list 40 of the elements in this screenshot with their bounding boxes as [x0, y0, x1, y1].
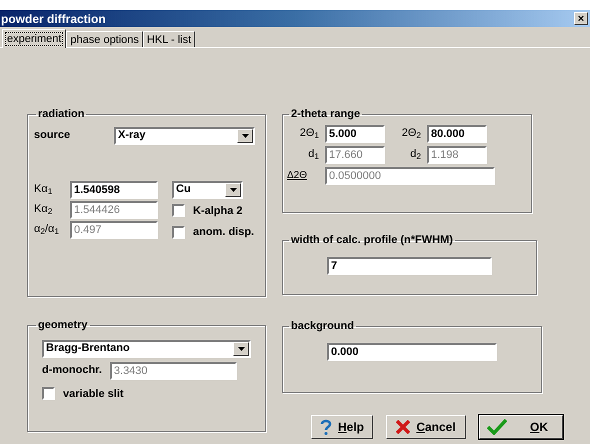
question-mark-icon	[320, 419, 332, 435]
group-title: background	[290, 319, 355, 334]
cross-icon	[396, 420, 410, 434]
input-field[interactable]: 1.540598	[70, 180, 158, 198]
group-title: 2-theta range	[290, 107, 362, 122]
tab[interactable]: phase options	[66, 31, 143, 47]
checkbox-label: anom. disp.	[193, 225, 254, 240]
source-dropdown[interactable]: X-ray	[114, 126, 255, 144]
ok-button[interactable]: OK	[479, 415, 563, 439]
tab[interactable]: HKL - list	[142, 31, 196, 47]
field-label: Kα$_{1}$	[34, 182, 54, 198]
group-title: radiation	[37, 107, 86, 122]
checkmark-icon	[487, 419, 507, 435]
field-label: source	[34, 128, 72, 144]
field-label: Kα$_{2}$	[34, 202, 54, 218]
input-field[interactable]: 80.000	[427, 124, 487, 142]
anode-dropdown[interactable]: Cu	[172, 180, 243, 198]
checkbox[interactable]	[172, 204, 185, 218]
group-title: width of calc. profile (n*FWHM)	[290, 233, 454, 248]
help-button[interactable]: Help	[311, 415, 373, 439]
checkbox[interactable]	[172, 226, 185, 239]
geometry-dropdown[interactable]: Bragg-Brentano	[42, 340, 251, 358]
window-title: powder diffraction	[1, 10, 106, 28]
close-button[interactable]: ×	[574, 12, 588, 25]
input-field[interactable]: 7	[327, 256, 492, 274]
checkbox-label: variable slit	[63, 386, 124, 402]
field-label: d-monochr.	[42, 363, 102, 378]
field-label: Δ2Θ	[287, 169, 308, 183]
tab[interactable]: experiment	[2, 29, 66, 48]
input-field[interactable]: 0.000	[327, 342, 497, 360]
checkbox-label: K-alpha 2	[193, 204, 243, 218]
input-field[interactable]: 5.000	[325, 124, 385, 142]
checkbox[interactable]	[42, 387, 55, 400]
field-label: α$_{2}$/α$_{1}$	[34, 222, 60, 238]
field-label: d$_{1}$	[307, 147, 320, 163]
cancel-button[interactable]: Cancel	[386, 415, 466, 439]
field-label: 2Θ$_{2}$	[400, 126, 422, 142]
field-label: d$_{2}$	[409, 147, 422, 163]
field-label: 2Θ$_{1}$	[298, 126, 320, 142]
group-title: geometry	[37, 318, 89, 333]
